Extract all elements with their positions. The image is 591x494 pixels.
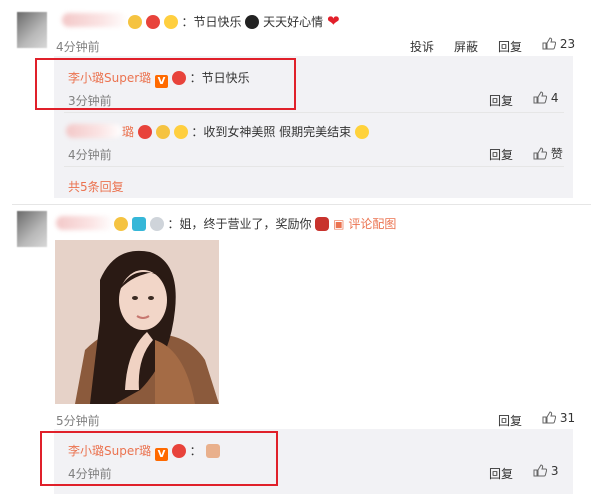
sunglasses-emoji-icon (173, 125, 188, 139)
image-icon: ▣ (333, 217, 345, 231)
medal-icon (137, 125, 152, 139)
like-button[interactable]: 赞 (533, 145, 563, 162)
comment-text: ：节日快乐 天天好心情 ❤ (128, 12, 340, 30)
more-replies-link[interactable]: 共5条回复 (68, 178, 124, 195)
medal-icon (145, 15, 160, 29)
avatar[interactable] (17, 12, 47, 48)
thumb-up-icon (542, 411, 556, 424)
reply-item: 璐 ：收到女神美照 假期完美结束 (122, 123, 369, 140)
avatar[interactable] (17, 211, 47, 247)
username-blurred[interactable] (62, 13, 128, 27)
timestamp: 4分钟前 (56, 40, 100, 54)
like-button[interactable]: 3 (533, 464, 558, 478)
timestamp: 5分钟前 (56, 414, 100, 428)
ring-icon (149, 217, 164, 231)
thumb-up-icon (533, 464, 547, 477)
reply-username-blurred[interactable] (66, 124, 122, 138)
highlight-box (40, 431, 278, 486)
sunglasses-emoji-icon (163, 15, 178, 29)
crown-emoji-icon (114, 217, 128, 231)
like-button[interactable]: 23 (542, 37, 575, 51)
report-button[interactable]: 投诉 (410, 38, 434, 55)
divider (64, 166, 564, 167)
comment-photo[interactable] (55, 240, 219, 404)
username-blurred[interactable] (56, 216, 114, 230)
heart-icon: ❤ (327, 12, 340, 30)
reply-button[interactable]: 回复 (489, 92, 513, 109)
reply-button[interactable]: 回复 (489, 465, 513, 482)
photo-link[interactable]: 评论配图 (348, 217, 396, 231)
highlight-box (35, 58, 296, 110)
thumb-up-icon (533, 147, 547, 160)
reply-button[interactable]: 回复 (498, 412, 522, 429)
like-button[interactable]: 4 (533, 91, 558, 105)
comment-text: ：姐，终于营业了，奖励你 ▣ 评论配图 (114, 215, 396, 232)
clover-emoji-icon (245, 15, 260, 29)
crown-emoji-icon (155, 125, 170, 139)
thumb-up-icon (542, 37, 556, 50)
thumb-up-icon (533, 91, 547, 104)
gift-emoji-icon (315, 217, 330, 231)
timestamp: 4分钟前 (68, 148, 112, 162)
like-button[interactable]: 31 (542, 411, 575, 425)
reply-button[interactable]: 回复 (498, 38, 522, 55)
reply-button[interactable]: 回复 (489, 146, 513, 163)
divider (12, 204, 591, 205)
block-button[interactable]: 屏蔽 (454, 38, 478, 55)
camera-badge-icon (131, 217, 146, 231)
smile-emoji-icon (354, 125, 369, 139)
divider (64, 112, 564, 113)
portrait-image (55, 240, 219, 404)
crown-emoji-icon (128, 15, 142, 29)
